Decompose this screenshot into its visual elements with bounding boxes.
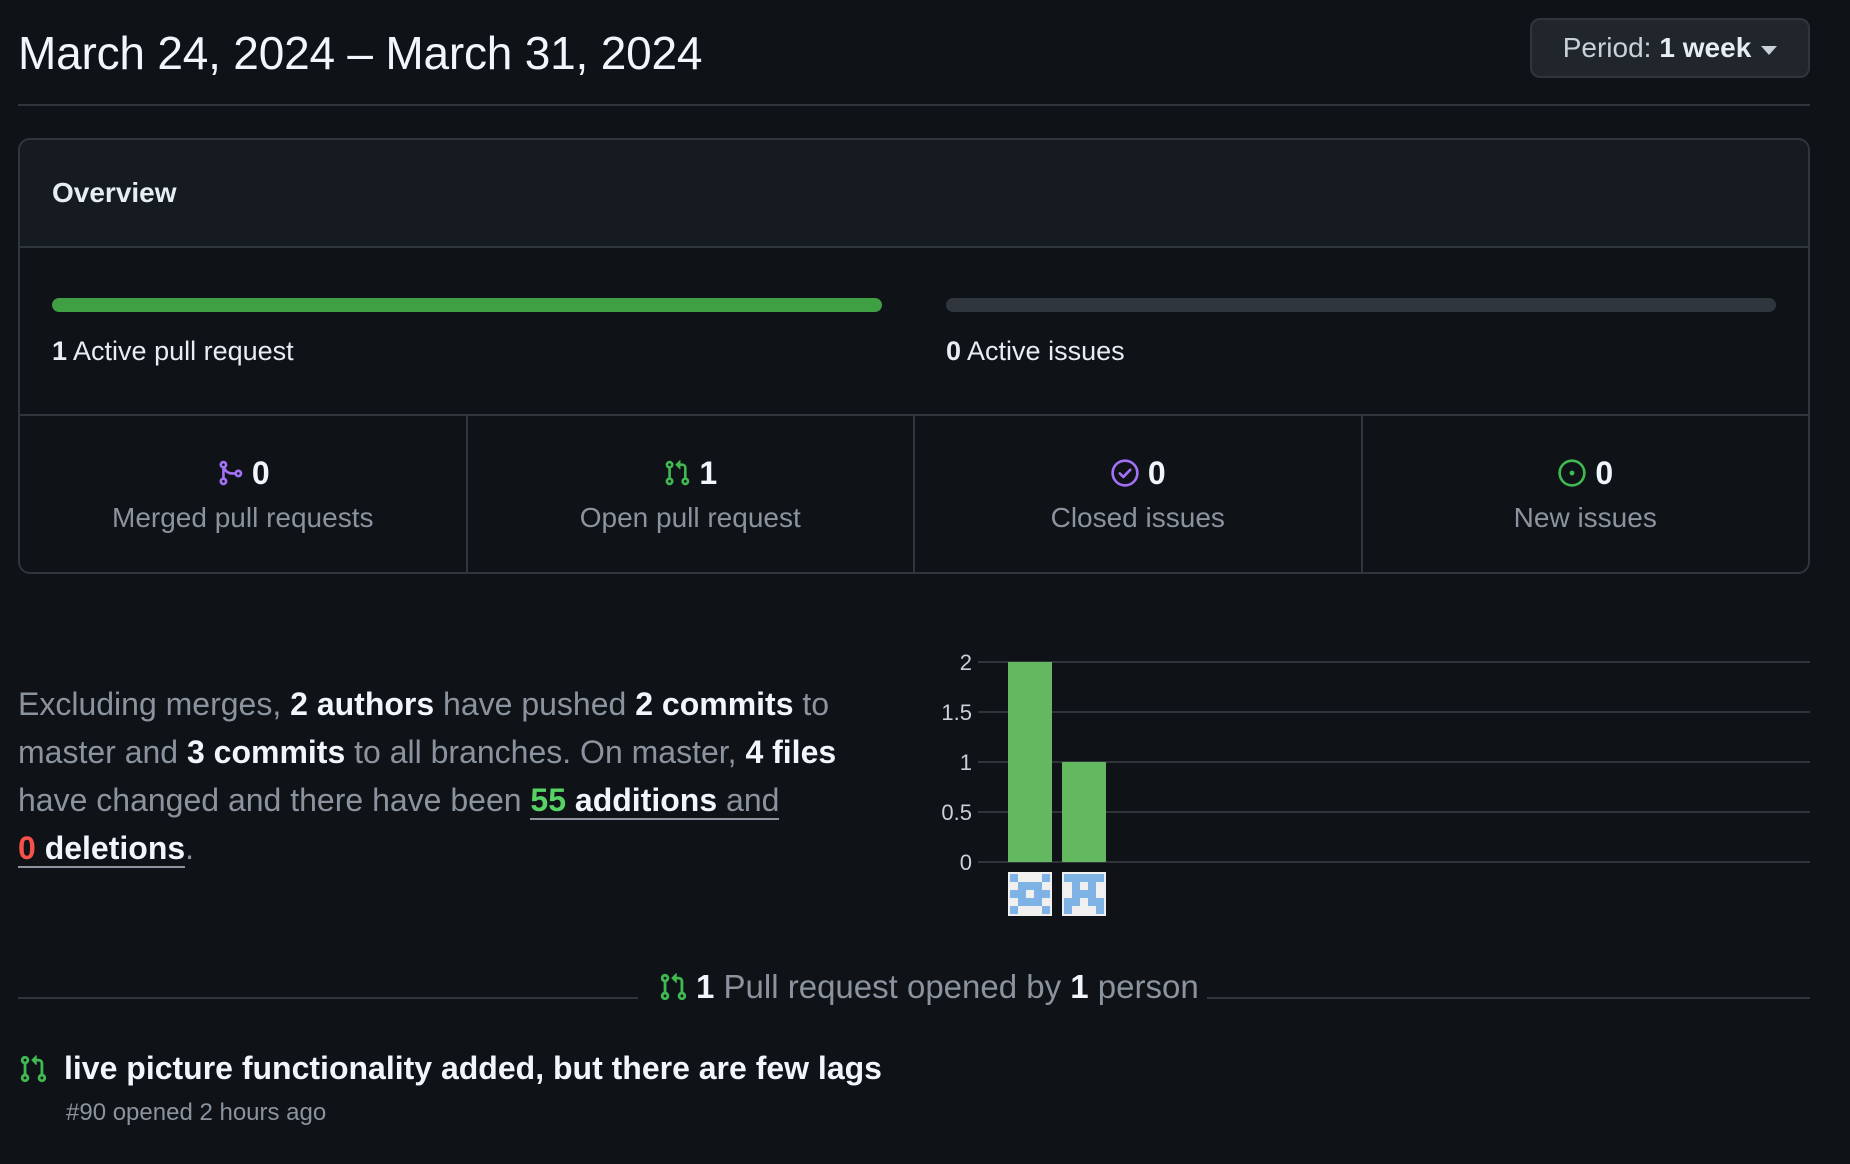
- stat-label: Open pull request: [579, 501, 801, 533]
- pull-request-icon: [665, 460, 690, 486]
- summary-text: have changed and there have been: [18, 782, 531, 818]
- stat-open-prs[interactable]: 1 Open pull request: [468, 416, 915, 572]
- overview-panel: Overview 1 Active pull request 0 Active …: [18, 138, 1810, 574]
- commits-by-author-chart: 0 0.5 1 1.5 2: [941, 650, 1810, 916]
- pr-count: 1: [696, 968, 715, 1005]
- active-issues-bar: [946, 298, 1776, 312]
- stat-label: New issues: [1513, 501, 1657, 533]
- active-prs-bar: [52, 298, 882, 312]
- pr-heading-text: Pull request opened by: [714, 968, 1071, 1005]
- bar[interactable]: [1008, 662, 1052, 862]
- pull-request-meta: #90 opened 2 hours ago: [66, 1099, 327, 1126]
- active-prs-block[interactable]: 1 Active pull request: [52, 298, 882, 367]
- deletions-count: 0: [18, 830, 36, 866]
- overview-heading: Overview: [20, 140, 1808, 248]
- summary-text: .: [185, 830, 195, 866]
- active-issues-count: 0: [946, 336, 962, 366]
- page-title: March 24, 2024 – March 31, 2024: [18, 27, 703, 79]
- active-prs-label: Active pull request: [73, 336, 294, 366]
- period-dropdown[interactable]: Period: 1 week: [1530, 18, 1810, 78]
- summary-text: to all branches. On master,: [345, 734, 746, 770]
- stat-label: Merged pull requests: [112, 501, 374, 533]
- summary-text: Excluding merges,: [18, 686, 291, 722]
- commit-summary: Excluding merges, 2 authors have pushed …: [18, 680, 858, 872]
- files-changed: 4 files: [745, 734, 837, 770]
- additions-count: 55: [530, 782, 567, 818]
- active-issues-block[interactable]: 0 Active issues: [946, 298, 1776, 367]
- y-tick-label: 2: [960, 650, 972, 675]
- pull-request-icon: [660, 973, 687, 1001]
- issue-opened-icon: [1558, 459, 1587, 487]
- active-issues-label: Active issues: [967, 336, 1125, 366]
- y-tick-label: 0.5: [941, 800, 972, 825]
- avatar[interactable]: [1062, 872, 1106, 916]
- caret-down-icon: [1761, 45, 1778, 55]
- active-prs-text: 1 Active pull request: [52, 336, 882, 367]
- summary-text: have pushed: [434, 686, 636, 722]
- people-count: 1: [1070, 968, 1089, 1005]
- stat-label: Closed issues: [1050, 501, 1225, 533]
- additions-label: additions: [566, 782, 718, 818]
- pull-request-title-link[interactable]: live picture functionality added, but th…: [64, 1050, 882, 1087]
- overview-stats: 0 Merged pull requests 1 Open pull reque…: [20, 416, 1808, 572]
- summary-text: and: [717, 782, 780, 818]
- stat-value: 0: [251, 454, 270, 491]
- section-divider-left: [18, 997, 638, 999]
- issue-closed-icon: [1111, 459, 1139, 487]
- avatar[interactable]: [1008, 872, 1052, 916]
- active-issues-text: 0 Active issues: [946, 336, 1776, 367]
- section-divider-right: [1190, 997, 1810, 999]
- commits-master: 2 commits: [635, 686, 794, 722]
- deletions-link[interactable]: 0 deletions: [18, 830, 186, 868]
- stat-value: 0: [1595, 454, 1614, 491]
- period-label: Period:: [1562, 32, 1652, 63]
- pull-request-icon: [20, 1054, 47, 1082]
- active-prs-bar-fill: [52, 298, 882, 312]
- stat-value: 1: [699, 454, 718, 491]
- merge-icon: [219, 460, 243, 486]
- stat-merged-prs[interactable]: 0 Merged pull requests: [20, 416, 468, 572]
- stat-closed-issues[interactable]: 0 Closed issues: [915, 416, 1363, 572]
- bar[interactable]: [1062, 762, 1106, 862]
- y-tick-label: 0: [960, 850, 972, 875]
- period-value: 1 week: [1659, 32, 1752, 63]
- page-header: March 24, 2024 – March 31, 2024 Period: …: [18, 18, 1810, 106]
- overview-bars: 1 Active pull request 0 Active issues: [20, 248, 1808, 416]
- pr-heading-text: person: [1088, 968, 1199, 1005]
- deletions-label: deletions: [35, 830, 186, 866]
- pull-request-item: live picture functionality added, but th…: [18, 1050, 882, 1127]
- active-prs-count: 1: [52, 336, 68, 366]
- stat-value: 0: [1147, 454, 1166, 491]
- y-tick-label: 1.5: [941, 700, 972, 725]
- authors-link[interactable]: 2 authors: [290, 686, 434, 722]
- y-tick-label: 1: [960, 750, 972, 775]
- additions-link[interactable]: 55 additions and: [530, 782, 780, 820]
- pull-requests-heading: 1 Pull request opened by 1 person: [650, 968, 1207, 1006]
- stat-new-issues[interactable]: 0 New issues: [1363, 416, 1809, 572]
- commits-all: 3 commits: [186, 734, 346, 770]
